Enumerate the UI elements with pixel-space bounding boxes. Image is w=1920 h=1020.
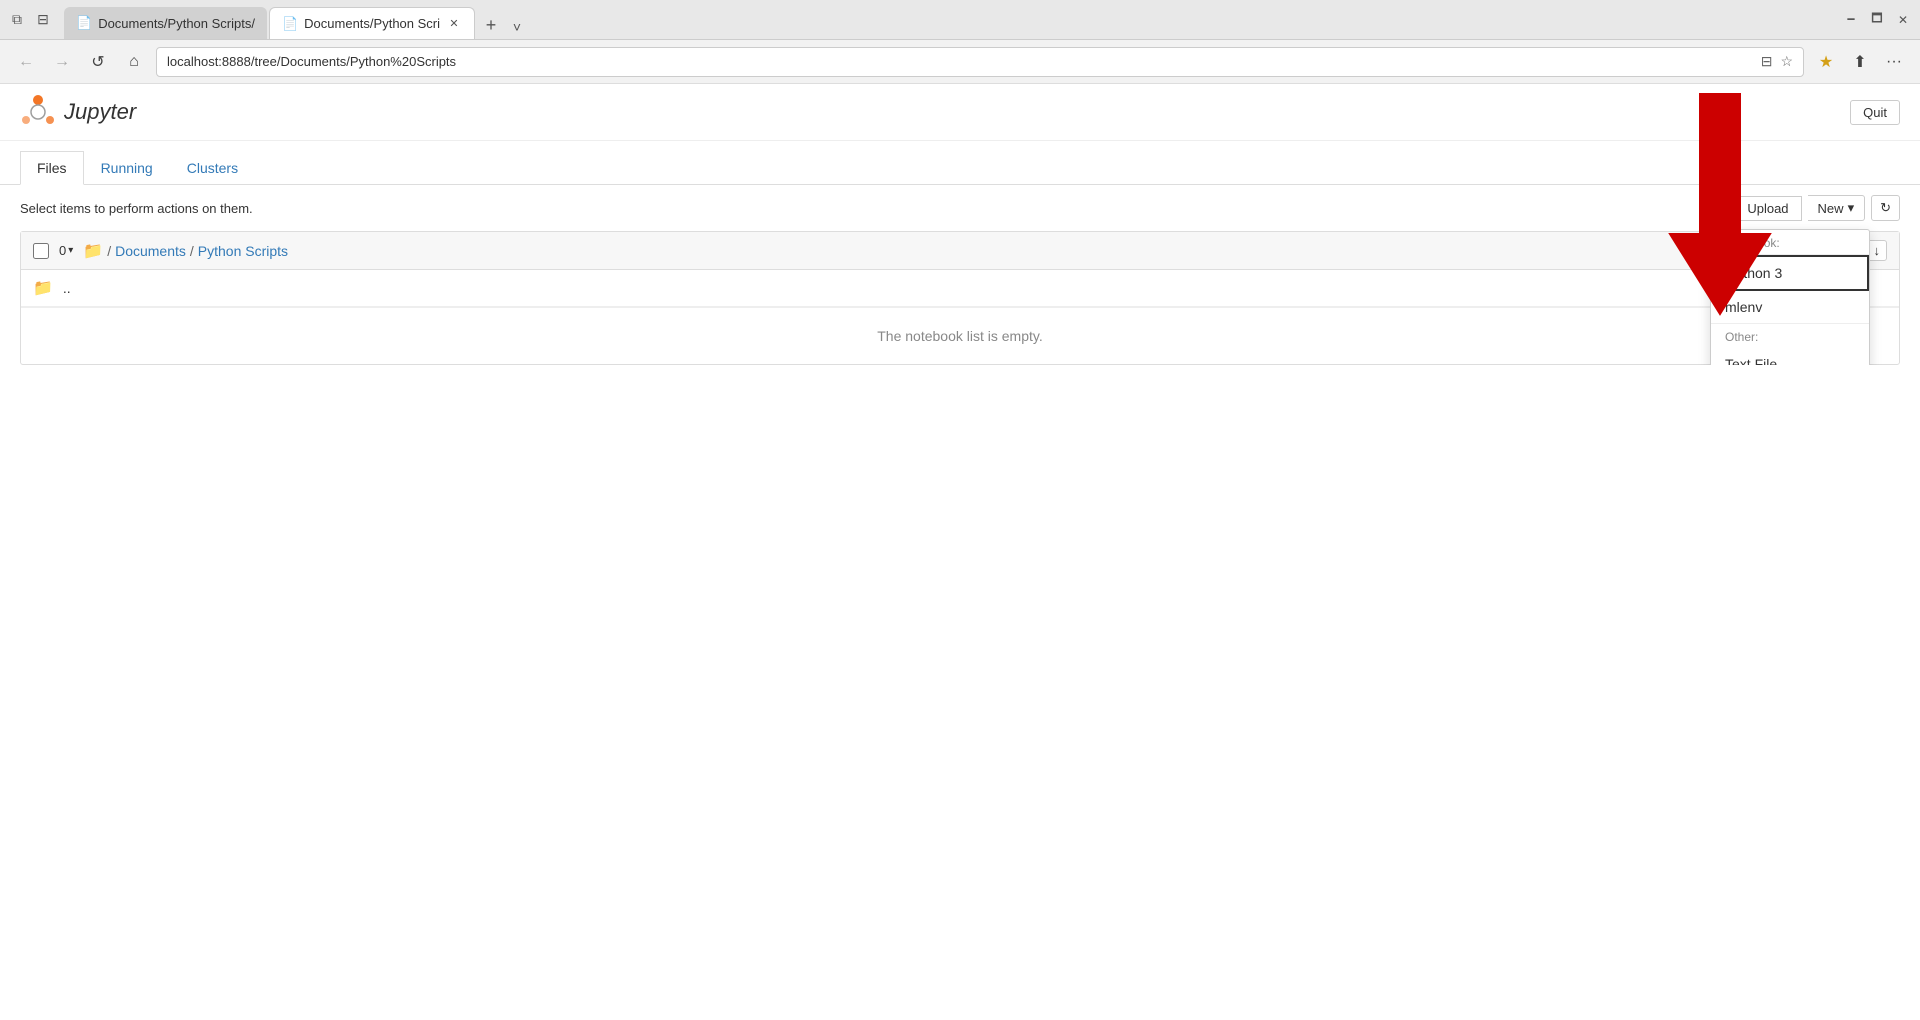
tab-1-icon: 📄	[76, 15, 92, 31]
jupyter-toolbar: Select items to perform actions on them.…	[0, 185, 1920, 231]
python3-option[interactable]: Python 3	[1711, 255, 1869, 291]
sort-arrow-icon: ↓	[1874, 243, 1881, 258]
breadcrumb-current: Python Scripts	[198, 243, 288, 259]
tab-list-dropdown[interactable]: ˅	[505, 15, 529, 39]
breadcrumb-folder-icon: 📁	[83, 241, 103, 261]
navbar-right: ★ ⬆ ···	[1812, 48, 1908, 76]
breadcrumb: 📁 / Documents / Python Scripts	[83, 241, 1818, 261]
back-button[interactable]: ←	[12, 48, 40, 76]
quit-button[interactable]: Quit	[1850, 100, 1900, 125]
mlenv-option[interactable]: mlenv	[1711, 291, 1869, 323]
toolbar-right: Upload New ▾ ↻ Notebook: Python 3 mlenv …	[1734, 195, 1900, 221]
window-controls: 🗕 🗖 ✕	[1842, 11, 1912, 29]
tab-2-title: Documents/Python Scri	[304, 16, 440, 31]
tab-bar: 📄 Documents/Python Scripts/ 📄 Documents/…	[64, 0, 1830, 39]
browser-titlebar: ⧉ ⊟ 📄 Documents/Python Scripts/ 📄 Docume…	[0, 0, 1920, 40]
new-button[interactable]: New ▾	[1808, 195, 1866, 221]
minimize-button[interactable]: 🗕	[1842, 11, 1860, 29]
forward-button[interactable]: →	[48, 48, 76, 76]
maximize-button[interactable]: 🗖	[1868, 11, 1886, 29]
jupyter-logo: Jupyter	[20, 94, 136, 130]
address-text: localhost:8888/tree/Documents/Python%20S…	[167, 54, 1761, 69]
tab-clusters[interactable]: Clusters	[170, 151, 255, 185]
parent-dir-name: ..	[63, 280, 1887, 296]
tab-2[interactable]: 📄 Documents/Python Scri ✕	[269, 7, 475, 39]
item-count-value: 0	[59, 243, 66, 258]
menu-button[interactable]: ···	[1880, 48, 1908, 76]
close-button[interactable]: ✕	[1894, 11, 1912, 29]
upload-button[interactable]: Upload	[1734, 196, 1801, 221]
tab-1[interactable]: 📄 Documents/Python Scripts/	[64, 7, 267, 39]
notebook-section-label: Notebook:	[1711, 230, 1869, 255]
highlights-button[interactable]: ★	[1812, 48, 1840, 76]
tab-2-icon: 📄	[282, 16, 298, 32]
tab-1-title: Documents/Python Scripts/	[98, 16, 255, 31]
address-bar[interactable]: localhost:8888/tree/Documents/Python%20S…	[156, 47, 1804, 77]
new-dropdown-menu: Notebook: Python 3 mlenv Other: Text Fil…	[1710, 229, 1870, 365]
new-button-label: New	[1818, 201, 1844, 216]
page-content: Jupyter Quit Files Running Clusters Sele…	[0, 84, 1920, 365]
jupyter-tabs: Files Running Clusters	[0, 141, 1920, 185]
item-count: 0 ▾	[59, 243, 73, 258]
tab-files[interactable]: Files	[20, 151, 84, 185]
reader-mode-icon[interactable]: ⊟	[1761, 53, 1773, 70]
breadcrumb-sep-2: /	[190, 243, 194, 259]
browser-navbar: ← → ↺ ⌂ localhost:8888/tree/Documents/Py…	[0, 40, 1920, 84]
parent-dir-row[interactable]: 📁 ..	[21, 270, 1899, 307]
tab-running[interactable]: Running	[84, 151, 170, 185]
address-icons: ⊟ ☆	[1761, 53, 1793, 70]
file-list: 0 ▾ 📁 / Documents / Python Scripts Name …	[20, 231, 1900, 365]
jupyter-logo-text: Jupyter	[64, 99, 136, 125]
file-list-header: 0 ▾ 📁 / Documents / Python Scripts Name …	[21, 232, 1899, 270]
titlebar-actions: ⧉ ⊟	[8, 11, 52, 29]
jupyter-header: Jupyter Quit	[0, 84, 1920, 141]
item-count-dropdown-icon[interactable]: ▾	[68, 245, 73, 256]
tab-2-close-icon[interactable]: ✕	[446, 16, 462, 32]
empty-message: The notebook list is empty.	[21, 307, 1899, 364]
text-file-option[interactable]: Text File	[1711, 348, 1869, 365]
breadcrumb-sep-1: /	[107, 243, 111, 259]
breadcrumb-documents-link[interactable]: Documents	[115, 243, 186, 259]
new-tab-button[interactable]: +	[477, 11, 505, 39]
refresh-files-button[interactable]: ↻	[1871, 195, 1900, 221]
jupyter-logo-icon	[20, 94, 56, 130]
titlebar-tab-restore-icon[interactable]: ⊟	[34, 11, 52, 29]
select-all-checkbox[interactable]	[33, 243, 49, 259]
titlebar-back-pages-icon[interactable]: ⧉	[8, 11, 26, 29]
home-button[interactable]: ⌂	[120, 48, 148, 76]
new-dropdown-arrow-icon: ▾	[1848, 200, 1855, 216]
other-section-label: Other:	[1711, 324, 1869, 348]
refresh-button[interactable]: ↺	[84, 48, 112, 76]
parent-dir-icon: 📁	[33, 278, 53, 298]
select-hint: Select items to perform actions on them.	[20, 201, 253, 216]
share-button[interactable]: ⬆	[1846, 48, 1874, 76]
page-wrapper: Jupyter Quit Files Running Clusters Sele…	[0, 84, 1920, 1020]
bookmark-icon[interactable]: ☆	[1780, 53, 1793, 70]
